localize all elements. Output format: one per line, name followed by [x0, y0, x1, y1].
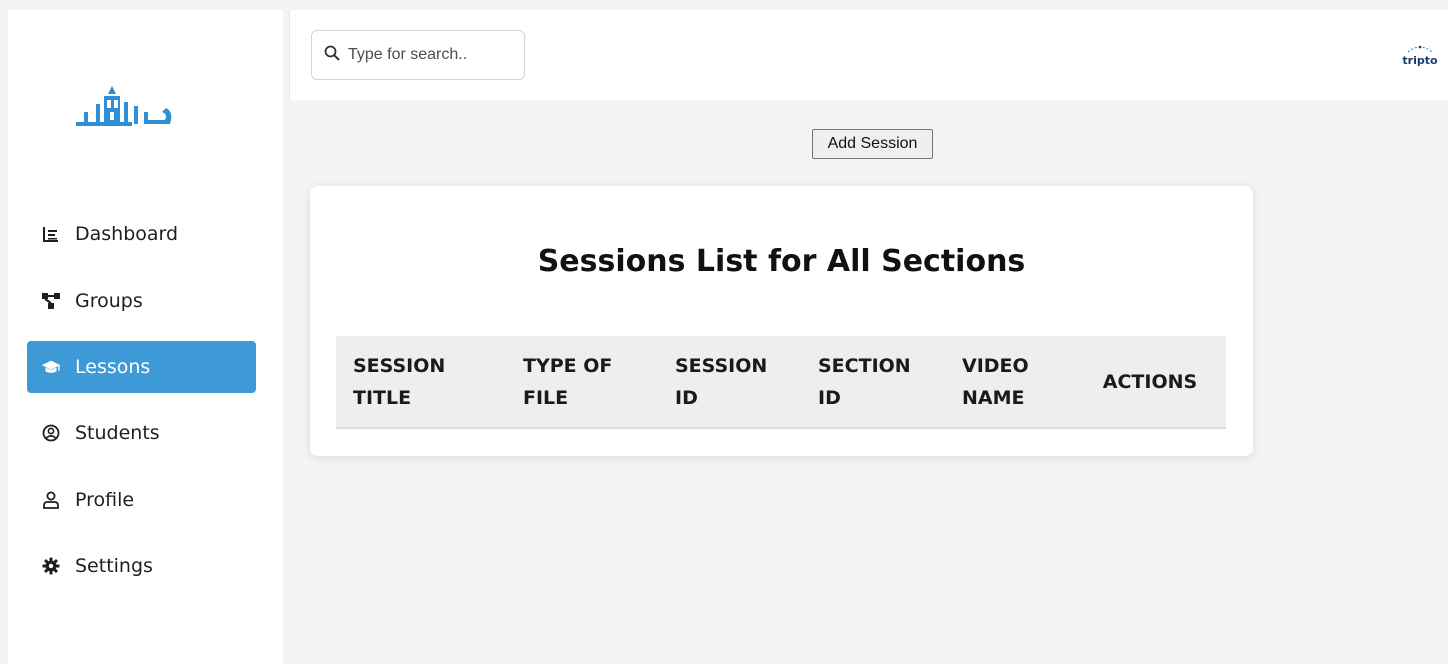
- user-circle-icon: [41, 423, 61, 443]
- user-icon: [41, 490, 61, 510]
- column-header-video-name[interactable]: VIDEO NAME: [945, 336, 1090, 428]
- groups-icon: [41, 291, 61, 311]
- search-box[interactable]: [311, 30, 525, 80]
- sidebar: Dashboard Groups Lessons Students Profil…: [8, 10, 283, 664]
- sidebar-item-profile[interactable]: Profile: [27, 474, 256, 526]
- app-logo[interactable]: [74, 82, 178, 134]
- header-line: SECTION: [818, 354, 911, 377]
- sessions-card: Sessions List for All Sections SESSION T…: [310, 186, 1253, 456]
- sidebar-item-label: Profile: [75, 489, 135, 511]
- sidebar-item-label: Students: [75, 422, 160, 444]
- add-session-button[interactable]: Add Session: [812, 129, 933, 159]
- header-line: SESSION: [675, 354, 768, 377]
- dashboard-icon: [41, 224, 61, 244]
- graduation-cap-icon: [41, 357, 61, 377]
- brand-logo[interactable]: tripto: [1402, 44, 1438, 68]
- sidebar-item-dashboard[interactable]: Dashboard: [27, 208, 256, 260]
- sessions-table: SESSION TITLE TYPE OF FILE SESSION ID SE…: [336, 336, 1226, 429]
- column-header-session-title[interactable]: SESSION TITLE: [336, 336, 506, 428]
- sidebar-item-label: Dashboard: [75, 223, 179, 245]
- sidebar-item-students[interactable]: Students: [27, 407, 256, 459]
- sidebar-item-lessons[interactable]: Lessons: [27, 341, 256, 393]
- sidebar-item-label: Lessons: [75, 356, 151, 378]
- header-line: ID: [675, 386, 698, 409]
- page-title: Sessions List for All Sections: [537, 244, 1026, 279]
- header-line: ID: [818, 386, 841, 409]
- gear-icon: [41, 556, 61, 576]
- sidebar-item-label: Settings: [75, 555, 153, 577]
- table-header-row: SESSION TITLE TYPE OF FILE SESSION ID SE…: [336, 336, 1226, 428]
- column-header-session-id[interactable]: SESSION ID: [658, 336, 801, 428]
- app-root: Dashboard Groups Lessons Students Profil…: [0, 0, 1448, 664]
- header-line: TITLE: [353, 386, 412, 409]
- header-line: ACTIONS: [1102, 370, 1198, 393]
- brand-text: tripto: [1402, 54, 1438, 67]
- column-header-type-of-file[interactable]: TYPE OF FILE: [506, 336, 658, 428]
- header-line: SESSION: [353, 354, 446, 377]
- search-icon: [324, 45, 340, 65]
- header-line: TYPE OF: [523, 354, 613, 377]
- sidebar-item-label: Groups: [75, 290, 143, 312]
- header-line: FILE: [523, 386, 569, 409]
- header-line: VIDEO: [962, 354, 1029, 377]
- sidebar-item-groups[interactable]: Groups: [27, 275, 256, 327]
- column-header-section-id[interactable]: SECTION ID: [801, 336, 945, 428]
- sidebar-item-settings[interactable]: Settings: [27, 540, 256, 592]
- column-header-actions[interactable]: ACTIONS: [1090, 336, 1226, 428]
- top-header: tripto: [289, 10, 1448, 100]
- header-line: NAME: [962, 386, 1025, 409]
- search-input[interactable]: [348, 46, 508, 64]
